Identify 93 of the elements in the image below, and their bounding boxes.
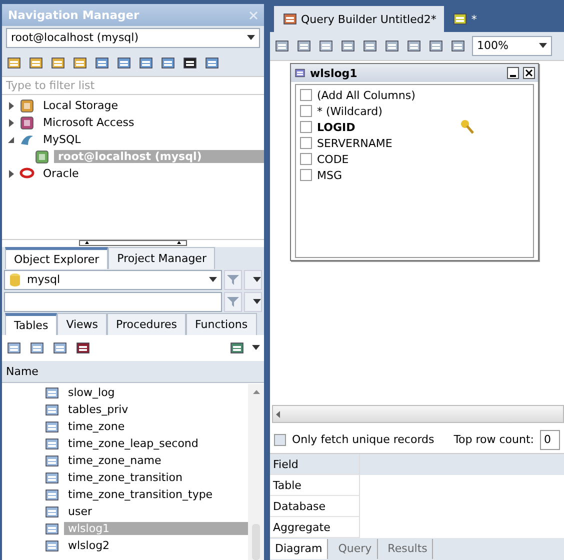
- tree-item[interactable]: Microsoft Access: [39, 116, 138, 129]
- new-table-icon[interactable]: [6, 340, 22, 356]
- close-icon[interactable]: [523, 67, 535, 79]
- checkbox[interactable]: [300, 105, 312, 117]
- table-name[interactable]: slow_log: [64, 386, 248, 399]
- table-name[interactable]: user: [64, 505, 248, 518]
- tree-item[interactable]: Local Storage: [39, 99, 122, 112]
- expand-arrow-icon[interactable]: [8, 118, 15, 126]
- table-window-title: wlslog1: [310, 66, 358, 80]
- dropdown-arrow-icon[interactable]: [247, 35, 255, 40]
- dropdown-arrow-icon[interactable]: [253, 299, 261, 304]
- tab[interactable]: Project Manager: [108, 247, 216, 269]
- expand-arrow-icon[interactable]: [8, 102, 15, 110]
- scroll-left-icon[interactable]: [276, 410, 280, 418]
- tab[interactable]: Tables: [5, 313, 58, 335]
- column-name: * (Wildcard): [317, 104, 382, 118]
- checkbox[interactable]: [300, 153, 312, 165]
- checkbox[interactable]: [300, 89, 312, 101]
- table-icon[interactable]: [44, 504, 60, 520]
- collapse-arrow-icon[interactable]: [8, 136, 15, 144]
- option-label: Only fetch unique records: [292, 433, 434, 446]
- tree-item[interactable]: Oracle: [39, 167, 83, 180]
- minimize-icon[interactable]: [507, 67, 519, 79]
- tab[interactable]: Functions: [186, 313, 257, 335]
- checkbox[interactable]: [274, 434, 286, 446]
- column-name: (Add All Columns): [317, 88, 416, 102]
- panel-title: Navigation Manager: [8, 8, 140, 22]
- database-dropdown[interactable]: mysql: [4, 270, 222, 290]
- dropdown-arrow-icon[interactable]: [209, 277, 217, 282]
- vertical-scrollbar[interactable]: [248, 384, 264, 560]
- grid-view-icon[interactable]: [229, 340, 245, 356]
- table-name[interactable]: tables_priv: [64, 403, 248, 416]
- filter-field[interactable]: Type to filter list: [2, 76, 264, 95]
- table-name[interactable]: time_zone_leap_second: [64, 437, 248, 450]
- column-name: CODE: [317, 152, 349, 166]
- grid-header: Field: [270, 454, 360, 475]
- dropdown-arrow-icon[interactable]: [253, 277, 261, 282]
- splitter-handle-icon[interactable]: [79, 240, 187, 246]
- checkbox[interactable]: [300, 169, 312, 181]
- table-icon[interactable]: [452, 11, 468, 27]
- table-name[interactable]: time_zone_transition_type: [64, 488, 248, 501]
- database-name: mysql: [27, 273, 60, 286]
- tree-item[interactable]: MySQL: [39, 133, 85, 146]
- table-icon[interactable]: [44, 538, 60, 554]
- table-icon[interactable]: [384, 38, 400, 54]
- table-icon[interactable]: [44, 418, 60, 434]
- scroll-up-icon[interactable]: [252, 390, 260, 394]
- dropdown-arrow-icon[interactable]: [539, 43, 547, 48]
- column-name: LOGID: [317, 120, 356, 134]
- database-icon: [9, 272, 21, 286]
- checkbox[interactable]: [300, 121, 312, 133]
- dropdown-button[interactable]: [244, 270, 262, 290]
- dropdown-button[interactable]: [244, 292, 262, 312]
- tab[interactable]: Object Explorer: [5, 247, 108, 269]
- edit-table-icon[interactable]: [52, 340, 68, 356]
- table-icon[interactable]: [294, 67, 306, 79]
- table-icon[interactable]: [44, 486, 60, 502]
- database-icon: [19, 98, 35, 114]
- view-tab[interactable]: Diagram: [270, 538, 328, 558]
- new-table-icon[interactable]: [29, 340, 45, 356]
- column-header[interactable]: Name: [6, 365, 38, 378]
- view-tab[interactable]: Results: [382, 538, 434, 558]
- view-tab[interactable]: Query: [333, 538, 378, 558]
- table-icon[interactable]: [44, 402, 60, 418]
- table-icon[interactable]: [44, 520, 60, 536]
- tab[interactable]: Views: [57, 313, 108, 335]
- table-name[interactable]: wlslog2: [64, 539, 248, 552]
- top-row-field[interactable]: 0: [540, 430, 560, 450]
- table-window-title-bar[interactable]: wlslog1: [291, 64, 538, 82]
- connection-dropdown[interactable]: root@localhost (mysql): [6, 28, 260, 48]
- table-icon[interactable]: [44, 470, 60, 486]
- connection-icon: [34, 148, 50, 164]
- column-name: SERVERNAME: [317, 136, 392, 150]
- dropdown-arrow-icon[interactable]: [252, 345, 260, 350]
- table-icon[interactable]: [44, 436, 60, 452]
- document-tab[interactable]: Query Builder Untitled2*: [274, 6, 444, 32]
- zoom-dropdown[interactable]: 100%: [472, 36, 552, 56]
- table-name[interactable]: time_zone: [64, 420, 248, 433]
- document-tab[interactable]: *: [444, 6, 485, 32]
- expand-arrow-icon[interactable]: [8, 170, 15, 178]
- table-name[interactable]: time_zone_transition: [64, 471, 248, 484]
- horizontal-scrollbar[interactable]: [272, 405, 564, 423]
- table-name[interactable]: time_zone_name: [64, 454, 248, 467]
- top-row-label: Top row count:: [454, 433, 534, 446]
- row-header: Database: [270, 496, 360, 517]
- row-header: Aggregate: [270, 517, 360, 538]
- object-filter-field[interactable]: [4, 292, 222, 312]
- row-header: Table: [270, 475, 360, 496]
- tab[interactable]: Procedures: [107, 313, 186, 335]
- table-icon[interactable]: [44, 452, 60, 468]
- checkbox[interactable]: [300, 137, 312, 149]
- column-name: MSG: [317, 168, 342, 182]
- table-icon[interactable]: [44, 384, 60, 400]
